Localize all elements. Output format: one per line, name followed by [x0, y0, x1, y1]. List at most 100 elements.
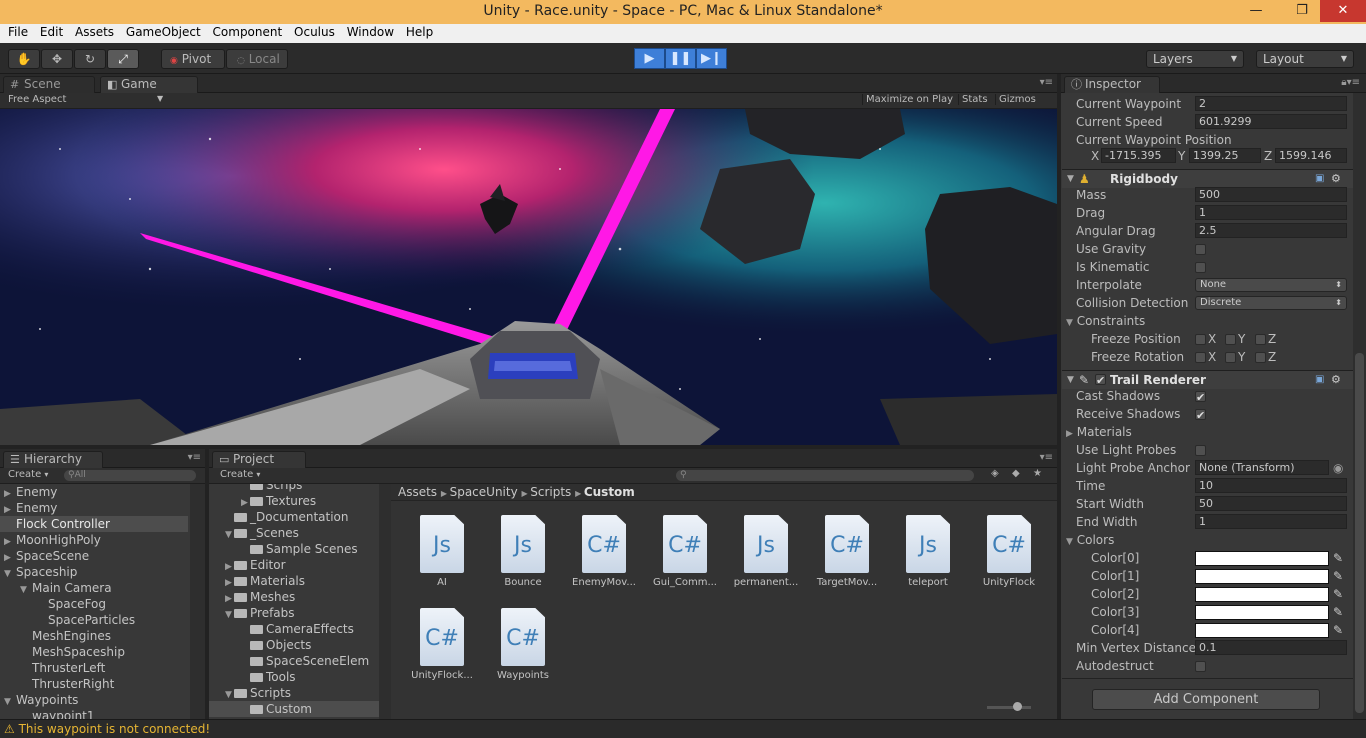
- menu-component[interactable]: Component: [213, 24, 283, 39]
- project-folder-item[interactable]: Scrips: [209, 484, 379, 493]
- inspector-scroll-thumb[interactable]: [1355, 353, 1364, 713]
- stats-toggle[interactable]: Stats: [958, 94, 988, 105]
- hierarchy-item[interactable]: waypoint1: [0, 708, 188, 719]
- tab-scene[interactable]: #Scene: [3, 76, 95, 93]
- panel-menu-icon[interactable]: ▾≡: [188, 452, 201, 463]
- project-folder-item[interactable]: Objects: [209, 637, 379, 653]
- receive-shadows-checkbox[interactable]: [1195, 409, 1206, 420]
- drag-field[interactable]: 1: [1195, 205, 1347, 220]
- move-tool-button[interactable]: ✥: [41, 49, 73, 69]
- hierarchy-item[interactable]: ▼Main Camera: [0, 580, 188, 596]
- autodestruct-checkbox[interactable]: [1195, 661, 1206, 672]
- scale-tool-button[interactable]: ⤢: [107, 49, 139, 69]
- materials-foldout[interactable]: ▶ Materials: [1066, 423, 1132, 443]
- hierarchy-item[interactable]: ▶MoonHighPoly: [0, 532, 188, 548]
- project-folder-item[interactable]: ▶Meshes: [209, 589, 379, 605]
- tab-project[interactable]: ▭Project: [212, 451, 306, 468]
- breadcrumb-item[interactable]: Scripts: [530, 485, 571, 499]
- breadcrumb-current[interactable]: Custom: [584, 485, 635, 499]
- colors-foldout[interactable]: ▼ Colors: [1066, 531, 1114, 551]
- eyedropper-icon[interactable]: ✎: [1333, 585, 1343, 603]
- layout-dropdown[interactable]: Layout▼: [1256, 50, 1354, 68]
- angular-drag-field[interactable]: 2.5: [1195, 223, 1347, 238]
- position-z-field[interactable]: 1599.146: [1275, 148, 1347, 163]
- pause-button[interactable]: ❚❚: [665, 48, 696, 69]
- use-light-probes-checkbox[interactable]: [1195, 445, 1206, 456]
- hierarchy-item[interactable]: MeshEngines: [0, 628, 188, 644]
- project-folder-item[interactable]: Custom: [209, 701, 379, 717]
- asset-item[interactable]: C#TargetMov...: [811, 515, 883, 588]
- color-3-swatch[interactable]: [1195, 605, 1329, 620]
- tab-inspector[interactable]: ⓘInspector: [1064, 76, 1160, 93]
- hierarchy-item[interactable]: ThrusterLeft: [0, 660, 188, 676]
- project-folder-item[interactable]: CameraEffects: [209, 621, 379, 637]
- project-tree-scrollbar[interactable]: [379, 484, 391, 719]
- hierarchy-item[interactable]: ▶Enemy: [0, 500, 188, 516]
- project-folder-item[interactable]: ▶Textures: [209, 493, 379, 509]
- eyedropper-icon[interactable]: ✎: [1333, 549, 1343, 567]
- color-1-swatch[interactable]: [1195, 569, 1329, 584]
- hierarchy-item[interactable]: ThrusterRight: [0, 676, 188, 692]
- hand-tool-button[interactable]: ✋: [8, 49, 40, 69]
- eyedropper-icon[interactable]: ✎: [1333, 567, 1343, 585]
- eyedropper-icon[interactable]: ✎: [1333, 603, 1343, 621]
- breadcrumb-item[interactable]: Assets: [398, 485, 437, 499]
- hierarchy-item[interactable]: ▼Waypoints: [0, 692, 188, 708]
- color-2-swatch[interactable]: [1195, 587, 1329, 602]
- hierarchy-scrollbar[interactable]: [190, 484, 205, 719]
- asset-item[interactable]: JsAI: [406, 515, 478, 588]
- breadcrumb-item[interactable]: SpaceUnity: [450, 485, 518, 499]
- layers-dropdown[interactable]: Layers▼: [1146, 50, 1244, 68]
- freeze-rotation-z-checkbox[interactable]: [1255, 352, 1266, 363]
- menu-file[interactable]: File: [8, 24, 28, 39]
- menu-oculus[interactable]: Oculus: [294, 24, 335, 39]
- menu-window[interactable]: Window: [347, 24, 394, 39]
- maximize-on-play-toggle[interactable]: Maximize on Play: [862, 94, 953, 105]
- trail-renderer-enabled-checkbox[interactable]: [1095, 374, 1106, 385]
- current-speed-field[interactable]: 601.9299: [1195, 114, 1347, 129]
- use-gravity-checkbox[interactable]: [1195, 244, 1206, 255]
- light-probe-anchor-field[interactable]: None (Transform): [1195, 460, 1329, 475]
- collision-detection-dropdown[interactable]: Discrete⬍: [1195, 296, 1347, 310]
- asset-item[interactable]: C#UnityFlock: [973, 515, 1045, 588]
- rotate-tool-button[interactable]: ↻: [74, 49, 106, 69]
- add-component-button[interactable]: Add Component: [1092, 689, 1320, 710]
- lock-icon[interactable]: 🔒︎▾≡: [1341, 77, 1360, 88]
- project-folder-item[interactable]: ▼Scripts: [209, 685, 379, 701]
- inspector-scrollbar[interactable]: [1353, 93, 1366, 719]
- asset-item[interactable]: Jspermanent...: [730, 515, 802, 588]
- min-vertex-distance-field[interactable]: 0.1: [1195, 640, 1347, 655]
- hierarchy-item[interactable]: ▶Enemy: [0, 484, 188, 500]
- project-folder-item[interactable]: ▼Prefabs: [209, 605, 379, 621]
- asset-item[interactable]: C#Waypoints: [487, 608, 559, 681]
- menu-assets[interactable]: Assets: [75, 24, 114, 39]
- menu-gameobject[interactable]: GameObject: [126, 24, 201, 39]
- asset-item[interactable]: C#UnityFlock...: [406, 608, 478, 681]
- gizmos-toggle[interactable]: Gizmos: [995, 94, 1036, 105]
- filter-label-icon[interactable]: ◆: [1012, 468, 1020, 479]
- aspect-dropdown[interactable]: Free Aspect: [8, 94, 66, 105]
- project-folder-item[interactable]: Sample Scenes: [209, 541, 379, 557]
- freeze-rotation-x-checkbox[interactable]: [1195, 352, 1206, 363]
- freeze-rotation-y-checkbox[interactable]: [1225, 352, 1236, 363]
- project-folder-item[interactable]: ▼_Scenes: [209, 525, 379, 541]
- step-button[interactable]: ▶❙: [696, 48, 727, 69]
- project-folder-item[interactable]: Tools: [209, 669, 379, 685]
- panel-menu-icon[interactable]: ▾≡: [1040, 452, 1053, 463]
- asset-item[interactable]: C#Gui_Comm...: [649, 515, 721, 588]
- project-search-input[interactable]: ⚲: [676, 470, 974, 481]
- interpolate-dropdown[interactable]: None⬍: [1195, 278, 1347, 292]
- freeze-position-y-checkbox[interactable]: [1225, 334, 1236, 345]
- eyedropper-icon[interactable]: ✎: [1333, 621, 1343, 639]
- favorite-star-icon[interactable]: ★: [1033, 468, 1042, 479]
- filter-type-icon[interactable]: ◈: [991, 468, 999, 479]
- status-bar[interactable]: ⚠ This waypoint is not connected!: [0, 719, 1366, 738]
- game-view[interactable]: [0, 109, 1057, 445]
- hierarchy-create-button[interactable]: Create ▾: [8, 469, 48, 480]
- play-button[interactable]: ▶: [634, 48, 665, 69]
- panel-menu-icon[interactable]: ▾≡: [1040, 77, 1053, 88]
- local-toggle[interactable]: ◌ Local: [226, 49, 288, 69]
- menu-help[interactable]: Help: [406, 24, 433, 39]
- cast-shadows-checkbox[interactable]: [1195, 391, 1206, 402]
- object-picker-icon[interactable]: ◉: [1333, 459, 1343, 477]
